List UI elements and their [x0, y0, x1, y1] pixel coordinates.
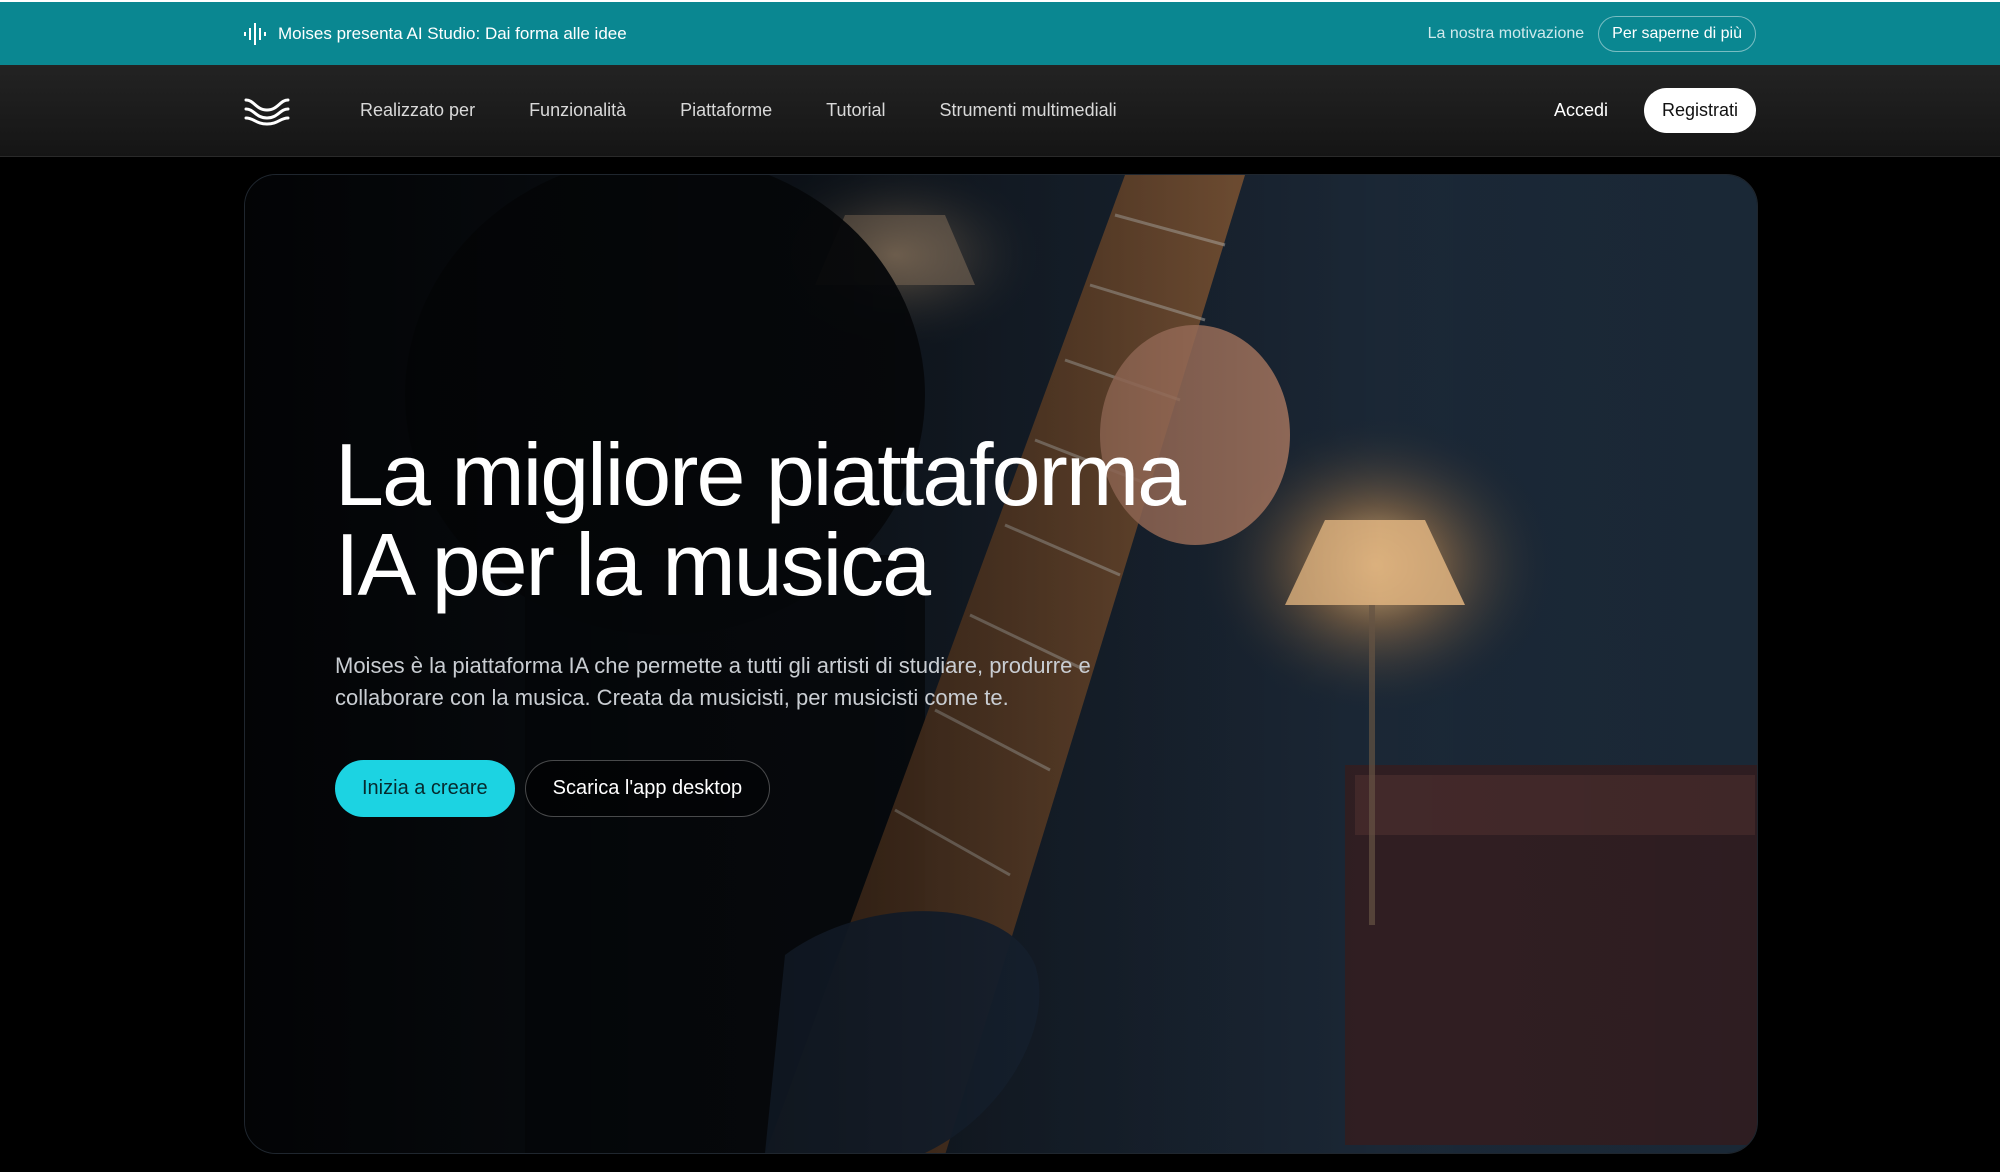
hero-content: La migliore piattaforma IA per la musica… [335, 430, 1195, 817]
nav-item-funzionalita[interactable]: Funzionalità [529, 100, 626, 121]
announcement-link[interactable]: Moises presenta AI Studio: Dai forma all… [244, 22, 627, 46]
learn-more-button[interactable]: Per saperne di più [1598, 15, 1756, 52]
motivation-link[interactable]: La nostra motivazione [1428, 25, 1585, 43]
nav-item-tutorial[interactable]: Tutorial [826, 100, 885, 121]
announcement-bar: Moises presenta AI Studio: Dai forma all… [0, 2, 2000, 65]
moises-logo-icon[interactable] [244, 96, 290, 126]
nav-item-strumenti-multimediali[interactable]: Strumenti multimediali [940, 100, 1117, 121]
hero-subtitle: Moises è la piattaforma IA che permette … [335, 653, 1091, 710]
soundwave-icon [244, 22, 266, 46]
hero-title: La migliore piattaforma IA per la musica [335, 425, 1186, 614]
hero-actions: Inizia a creare Scarica l'app desktop [335, 760, 1195, 817]
start-creating-button[interactable]: Inizia a creare [335, 760, 515, 817]
signup-button[interactable]: Registrati [1643, 88, 1756, 133]
login-link[interactable]: Accedi [1554, 100, 1608, 121]
main-navbar: Realizzato per Funzionalità Piattaforme … [0, 65, 2000, 157]
nav-item-realizzato-per[interactable]: Realizzato per [360, 100, 475, 121]
hero-section: La migliore piattaforma IA per la musica… [244, 174, 1758, 1154]
download-desktop-app-button[interactable]: Scarica l'app desktop [524, 760, 771, 817]
announcement-text: Moises presenta AI Studio: Dai forma all… [278, 23, 627, 43]
nav-item-piattaforme[interactable]: Piattaforme [680, 100, 772, 121]
